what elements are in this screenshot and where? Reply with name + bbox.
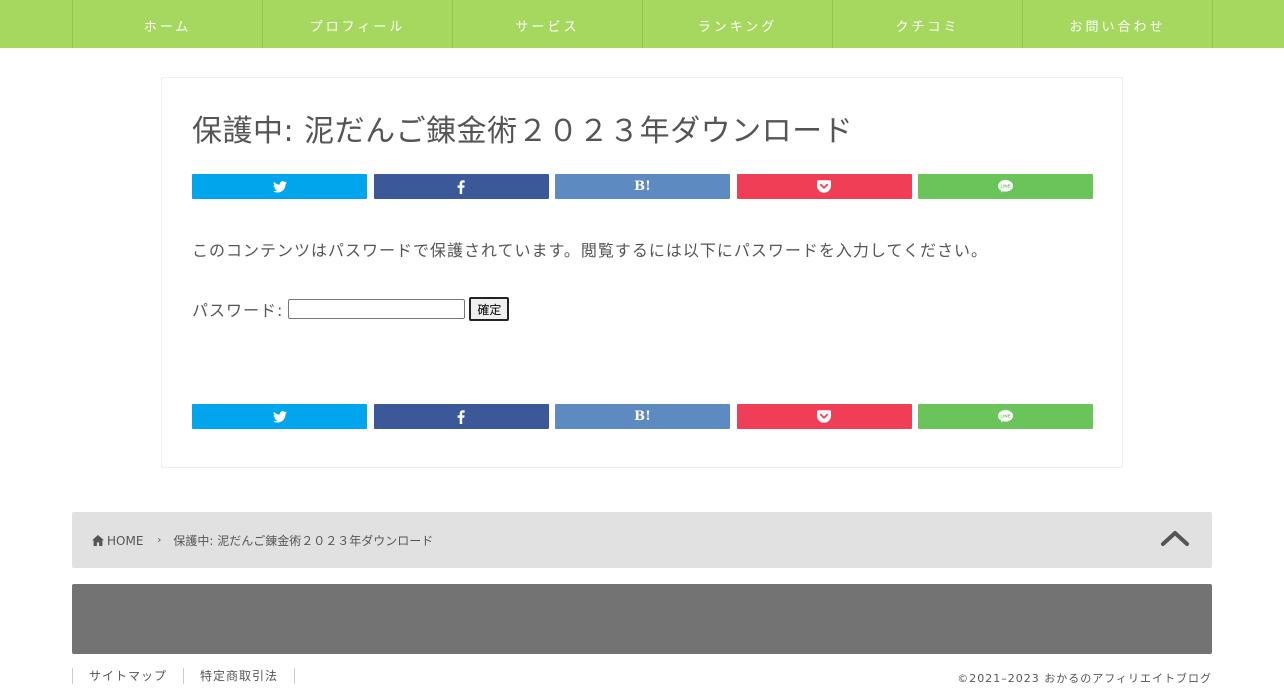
nav-menu: ホーム プロフィール サービス ランキング クチコミ お問い合わせ (72, 0, 1213, 48)
global-nav: ホーム プロフィール サービス ランキング クチコミ お問い合わせ (0, 0, 1284, 48)
share-line-button[interactable]: LINE (918, 404, 1093, 429)
password-input[interactable] (288, 299, 466, 319)
back-to-top-button[interactable] (1160, 526, 1190, 550)
hatena-label: B! (634, 409, 651, 424)
chevron-right-icon: › (157, 535, 162, 546)
nav-item-profile[interactable]: プロフィール (263, 0, 453, 48)
password-form: パスワード: 確定 (192, 297, 510, 321)
nav-item-ranking[interactable]: ランキング (643, 0, 833, 48)
breadcrumb-list: HOME › 保護中: 泥だんご錬金術２０２３年ダウンロード (92, 532, 433, 549)
breadcrumb-current: 保護中: 泥だんご錬金術２０２３年ダウンロード (173, 534, 434, 548)
twitter-icon (272, 180, 287, 193)
hatena-label: B! (634, 179, 651, 194)
pocket-icon (817, 180, 831, 193)
password-label: パスワード: (192, 301, 284, 320)
facebook-icon (457, 409, 465, 424)
breadcrumb-home-label: HOME (107, 533, 144, 548)
svg-text:LINE: LINE (1000, 184, 1010, 189)
svg-text:LINE: LINE (1000, 414, 1010, 419)
twitter-icon (272, 410, 287, 423)
share-hatena-button[interactable]: B! (555, 404, 730, 429)
share-pocket-button[interactable] (736, 404, 912, 429)
line-icon: LINE (998, 410, 1013, 423)
footer-widget-area (72, 584, 1212, 654)
breadcrumb-home-link[interactable]: HOME (92, 534, 143, 548)
pocket-icon (817, 410, 831, 423)
article-card: 保護中: 泥だんご錬金術２０２３年ダウンロード B! LINE このコンテンツは… (161, 77, 1123, 468)
nav-item-service[interactable]: サービス (453, 0, 643, 48)
password-submit-button[interactable]: 確定 (469, 297, 510, 321)
share-twitter-button[interactable] (192, 404, 367, 429)
nav-item-home[interactable]: ホーム (73, 0, 263, 48)
share-line-button[interactable]: LINE (918, 174, 1093, 199)
share-twitter-button[interactable] (192, 174, 367, 199)
line-icon: LINE (998, 180, 1013, 193)
home-icon (92, 535, 104, 546)
share-buttons-top: B! LINE (192, 174, 1093, 199)
footer-link-sitemap[interactable]: サイトマップ (72, 668, 183, 684)
nav-item-reviews[interactable]: クチコミ (833, 0, 1023, 48)
protected-message: このコンテンツはパスワードで保護されています。閲覧するには以下にパスワードを入力… (192, 241, 988, 260)
chevron-up-icon (1161, 531, 1189, 546)
nav-item-contact[interactable]: お問い合わせ (1023, 0, 1213, 48)
article-title: 保護中: 泥だんご錬金術２０２３年ダウンロード (192, 114, 854, 149)
share-pocket-button[interactable] (736, 174, 912, 199)
breadcrumb: HOME › 保護中: 泥だんご錬金術２０２３年ダウンロード (72, 512, 1212, 568)
copyright: ©2021–2023 おかるのアフィリエイトブログ (957, 672, 1212, 685)
share-facebook-button[interactable] (373, 174, 549, 199)
share-facebook-button[interactable] (373, 404, 549, 429)
share-buttons-bottom: B! LINE (192, 404, 1093, 429)
share-hatena-button[interactable]: B! (555, 174, 730, 199)
facebook-icon (457, 179, 465, 194)
footer-link-legal[interactable]: 特定商取引法 (183, 668, 296, 684)
footer-nav: サイトマップ 特定商取引法 (72, 668, 296, 684)
